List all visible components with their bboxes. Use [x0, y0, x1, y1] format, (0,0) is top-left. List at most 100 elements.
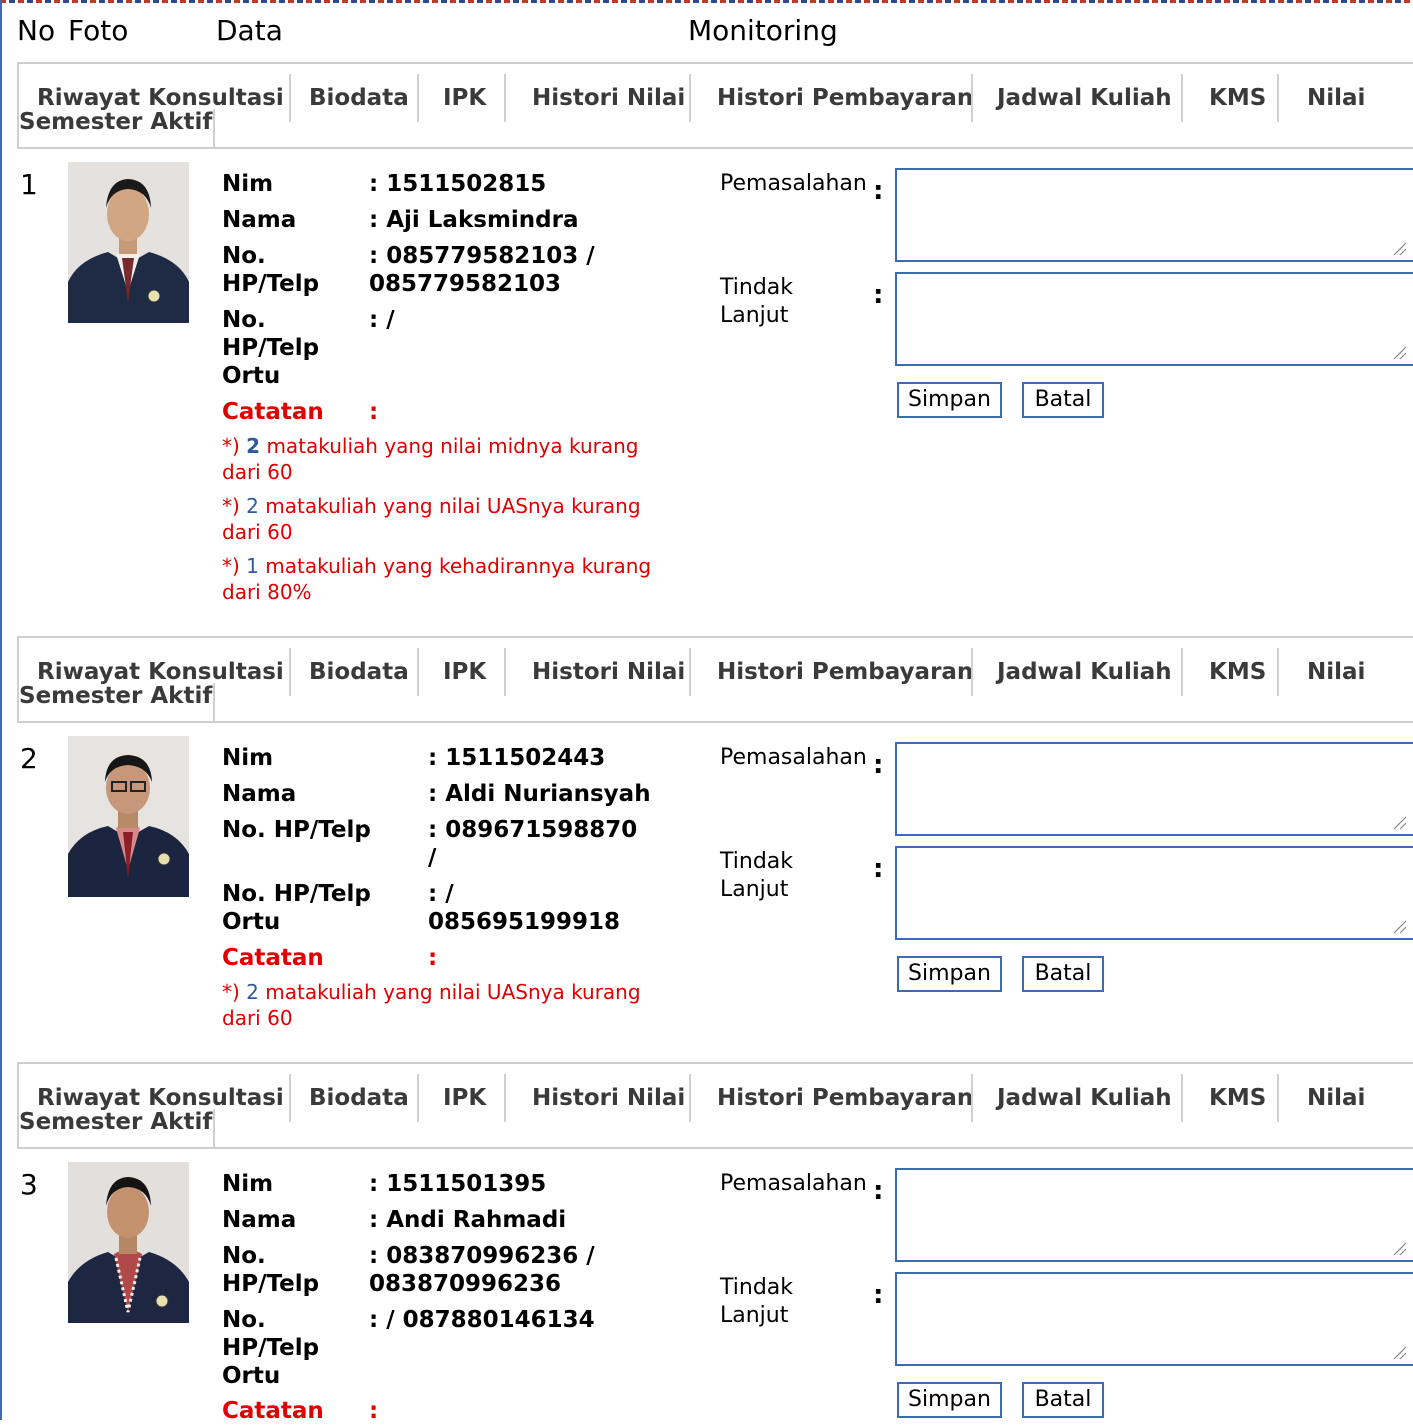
- value-hp-ortu: : /: [369, 307, 395, 333]
- label-nama: Nama: [222, 781, 297, 807]
- header-data: Data: [216, 14, 283, 47]
- header-monitoring: Monitoring: [688, 14, 838, 47]
- top-dashed-border: [0, 0, 1413, 3]
- label-catatan: Catatan: [222, 1398, 324, 1424]
- student-photo: [68, 162, 189, 323]
- value-hp: : 085779582103 /085779582103: [369, 243, 595, 297]
- tab-biodata[interactable]: Biodata: [289, 74, 409, 122]
- label-hp-ortu: No. HP/Telp Ortu: [222, 1307, 320, 1389]
- label-tindak-lanjut: Tindak Lanjut: [720, 849, 794, 902]
- tab-kms[interactable]: KMS: [1181, 74, 1266, 122]
- value-nama: : Aji Laksmindra: [369, 207, 579, 233]
- colon: :: [873, 280, 884, 310]
- note-item: *) 2 matakuliah yang nilai UASnya kurang…: [222, 494, 641, 544]
- tab-nilai[interactable]: Nilai: [1277, 1074, 1365, 1122]
- note-item: *) 2 matakuliah yang nilai UASnya kurang…: [222, 980, 641, 1030]
- simpan-button[interactable]: Simpan: [897, 1382, 1002, 1418]
- label-nama: Nama: [222, 207, 297, 233]
- note-item: *) 1 matakuliah yang kehadirannya kurang…: [222, 554, 652, 604]
- label-pemasalahan: Pemasalahan: [720, 1171, 867, 1196]
- tab-separator: [213, 1109, 215, 1147]
- catatan-colon: :: [369, 399, 379, 425]
- resize-grip-icon: [1393, 1346, 1407, 1360]
- student-photo: [68, 736, 189, 897]
- tab-jadwal-kuliah[interactable]: Jadwal Kuliah: [971, 648, 1172, 696]
- note-item: *) 2 matakuliah yang nilai midnya kurang…: [222, 434, 639, 484]
- tab-jadwal-kuliah[interactable]: Jadwal Kuliah: [971, 74, 1172, 122]
- resize-grip-icon: [1393, 242, 1407, 256]
- resize-grip-icon: [1393, 920, 1407, 934]
- pemasalahan-textarea[interactable]: [895, 168, 1413, 262]
- tindak-lanjut-textarea[interactable]: [895, 846, 1413, 940]
- value-nim: : 1511502815: [369, 171, 547, 197]
- batal-button[interactable]: Batal: [1022, 1382, 1104, 1418]
- row-number: 3: [20, 1168, 38, 1201]
- label-nama: Nama: [222, 1207, 297, 1233]
- row-number: 2: [20, 742, 38, 775]
- colon: :: [873, 750, 884, 780]
- tab-ipk[interactable]: IPK: [417, 648, 486, 696]
- resize-grip-icon: [1393, 816, 1407, 830]
- label-tindak-lanjut: Tindak Lanjut: [720, 275, 794, 328]
- pemasalahan-textarea[interactable]: [895, 742, 1413, 836]
- student-tab-bar: Riwayat Konsultasi Biodata IPK Histori N…: [17, 636, 1413, 723]
- label-nim: Nim: [222, 1171, 274, 1197]
- colon: :: [873, 1280, 884, 1310]
- colon: :: [873, 1176, 884, 1206]
- tab-kms[interactable]: KMS: [1181, 648, 1266, 696]
- tab-histori-pembayaran[interactable]: Histori Pembayaran: [689, 648, 973, 696]
- simpan-button[interactable]: Simpan: [897, 382, 1002, 418]
- tab-semester-aktif[interactable]: Semester Aktif: [19, 104, 212, 140]
- value-hp: : 089671598870/: [428, 817, 638, 871]
- label-catatan: Catatan: [222, 945, 324, 971]
- tab-ipk[interactable]: IPK: [417, 74, 486, 122]
- label-tindak-lanjut: Tindak Lanjut: [720, 1275, 794, 1328]
- simpan-button[interactable]: Simpan: [897, 956, 1002, 992]
- label-hp-ortu: No. HP/Telp Ortu: [222, 307, 320, 389]
- tab-semester-aktif[interactable]: Semester Aktif: [19, 678, 212, 714]
- tab-histori-nilai[interactable]: Histori Nilai: [504, 1074, 685, 1122]
- pemasalahan-textarea[interactable]: [895, 1168, 1413, 1262]
- tab-biodata[interactable]: Biodata: [289, 1074, 409, 1122]
- value-nama: : Andi Rahmadi: [369, 1207, 567, 1233]
- tab-histori-nilai[interactable]: Histori Nilai: [504, 74, 685, 122]
- label-catatan: Catatan: [222, 399, 324, 425]
- catatan-colon: :: [428, 945, 438, 971]
- tab-histori-pembayaran[interactable]: Histori Pembayaran: [689, 1074, 973, 1122]
- label-hp: No. HP/Telp: [222, 817, 371, 843]
- tab-kms[interactable]: KMS: [1181, 1074, 1266, 1122]
- tab-ipk[interactable]: IPK: [417, 1074, 486, 1122]
- student-tab-bar: Riwayat Konsultasi Biodata IPK Histori N…: [17, 62, 1413, 149]
- label-hp: No. HP/Telp: [222, 243, 320, 297]
- tindak-lanjut-textarea[interactable]: [895, 1272, 1413, 1366]
- tab-biodata[interactable]: Biodata: [289, 648, 409, 696]
- label-nim: Nim: [222, 171, 274, 197]
- student-tab-bar: Riwayat Konsultasi Biodata IPK Histori N…: [17, 1062, 1413, 1149]
- tab-separator: [213, 109, 215, 147]
- tab-histori-pembayaran[interactable]: Histori Pembayaran: [689, 74, 973, 122]
- left-border: [0, 0, 2, 1420]
- label-hp-ortu: No. HP/Telp Ortu: [222, 881, 371, 935]
- batal-button[interactable]: Batal: [1022, 382, 1104, 418]
- value-hp-ortu: : / 087880146134: [369, 1307, 595, 1333]
- tab-nilai[interactable]: Nilai: [1277, 648, 1365, 696]
- batal-button[interactable]: Batal: [1022, 956, 1104, 992]
- tab-semester-aktif[interactable]: Semester Aktif: [19, 1104, 212, 1140]
- value-hp-ortu: : /085695199918: [428, 881, 621, 935]
- label-nim: Nim: [222, 745, 274, 771]
- student-photo: [68, 1162, 189, 1323]
- value-nim: : 1511502443: [428, 745, 606, 771]
- tindak-lanjut-textarea[interactable]: [895, 272, 1413, 366]
- catatan-colon: :: [369, 1398, 379, 1424]
- resize-grip-icon: [1393, 346, 1407, 360]
- row-number: 1: [20, 168, 38, 201]
- label-hp: No. HP/Telp: [222, 1243, 320, 1297]
- value-nim: : 1511501395: [369, 1171, 547, 1197]
- colon: :: [873, 176, 884, 206]
- tab-histori-nilai[interactable]: Histori Nilai: [504, 648, 685, 696]
- tab-nilai[interactable]: Nilai: [1277, 74, 1365, 122]
- tab-separator: [213, 683, 215, 721]
- label-pemasalahan: Pemasalahan: [720, 171, 867, 196]
- tab-jadwal-kuliah[interactable]: Jadwal Kuliah: [971, 1074, 1172, 1122]
- header-foto: Foto: [68, 14, 129, 47]
